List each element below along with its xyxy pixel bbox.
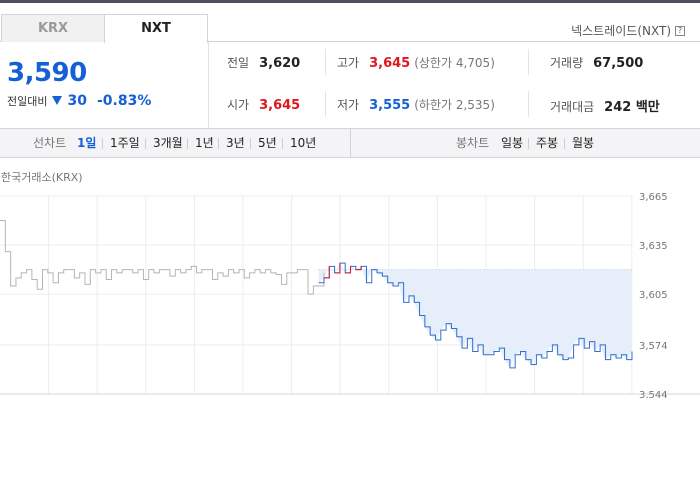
stat-label: 고가 [337,56,360,70]
candle-daily[interactable]: 일봉 [501,129,523,157]
stat-prev-close: 전일 3,620 [227,54,300,71]
divider [325,49,326,75]
current-price: 3,590 [7,58,87,88]
period-1w[interactable]: 1주일 [110,129,140,157]
period-1d[interactable]: 1일 [77,129,96,157]
divider [102,138,103,149]
period-10y[interactable]: 10년 [290,129,316,157]
candle-weekly[interactable]: 주봉 [536,129,558,157]
nextrade-link-label: 넥스트레이드(NXT) [571,24,671,38]
stat-high: 고가 3,645 (상한가 4,705) [337,54,495,71]
change-percent: -0.83% [96,93,152,109]
stat-value: 3,645 [369,56,411,71]
y-tick-label: 3,544 [639,390,668,398]
stat-open: 시가 3,645 [227,96,300,113]
down-triangle-icon [52,96,63,105]
stat-value: 3,645 [259,98,301,113]
divider [528,91,529,117]
stat-low: 저가 3,555 (하한가 2,535) [337,96,495,113]
stat-amount: 거래대금 242 백만 [550,96,660,115]
stat-label: 거래량 [550,56,584,70]
divider [564,138,565,149]
price-chart[interactable]: 한국거래소(KRX) 3,665 3,635 3,605 3,574 3,544 [0,158,700,398]
upper-limit: (상한가 4,705) [414,56,495,70]
stat-label: 시가 [227,98,250,112]
stat-value: 3,620 [259,56,301,71]
change-label: 전일대비 [7,95,48,108]
chart-toolbar: 선차트 1일 1주일 3개월 1년 3년 5년 10년 봉차트 일봉 주봉 월봉 [0,128,700,158]
chart-svg: 3,665 3,635 3,605 3,574 3,544 [0,192,700,398]
stat-label: 전일 [227,56,250,70]
candle-monthly[interactable]: 월봉 [572,129,594,157]
divider [145,138,146,149]
divider [187,138,188,149]
stat-volume: 거래량 67,500 [550,54,643,71]
stat-label: 저가 [337,98,360,112]
period-1y[interactable]: 1년 [195,129,214,157]
line-chart-label: 선차트 [33,136,67,150]
y-tick-label: 3,574 [639,341,668,352]
divider [528,138,529,149]
y-tick-label: 3,635 [639,241,668,252]
nxt-area-fill [318,263,632,368]
divider [325,91,326,117]
period-3m[interactable]: 3개월 [153,129,183,157]
help-icon[interactable]: ? [675,25,685,36]
tab-krx[interactable]: KRX [1,14,105,42]
lower-limit: (하한가 2,535) [414,98,495,112]
stat-value: 67,500 [593,56,644,71]
y-tick-label: 3,605 [639,290,668,301]
divider [528,49,529,75]
nextrade-link[interactable]: 넥스트레이드(NXT) ? [571,22,685,39]
stat-value: 3,555 [369,98,411,113]
price-panel: 3,590 전일대비 30 -0.83% 전일 3,620 시가 3,645 고… [0,42,700,128]
change-row: 전일대비 30 -0.83% [7,93,151,109]
period-3y[interactable]: 3년 [226,129,245,157]
change-value: 30 [67,93,87,109]
period-5y[interactable]: 5년 [258,129,277,157]
tab-nxt[interactable]: NXT [104,14,208,43]
stat-value: 242 백만 [604,100,660,115]
divider [250,138,251,149]
y-tick-label: 3,665 [639,192,668,203]
divider [208,42,209,128]
divider [218,138,219,149]
divider [282,138,283,149]
divider [350,129,351,157]
stat-label: 거래대금 [550,100,595,114]
candle-chart-label: 봉차트 [456,136,490,150]
top-border [0,0,700,3]
market-tabs: KRX NXT 넥스트레이드(NXT) ? [0,14,700,43]
